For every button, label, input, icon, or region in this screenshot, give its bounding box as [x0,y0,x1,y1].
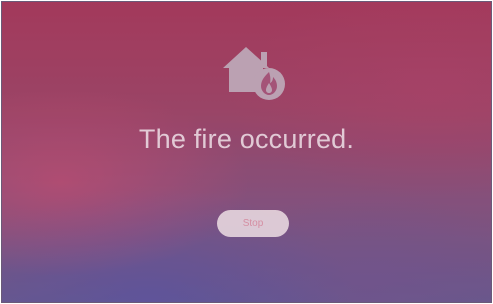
stop-button[interactable]: Stop [217,210,289,237]
fire-alert-screen: The fire occurred. Stop [1,1,492,303]
house-fire-icon [223,47,285,100]
alert-message: The fire occurred. [138,124,355,154]
